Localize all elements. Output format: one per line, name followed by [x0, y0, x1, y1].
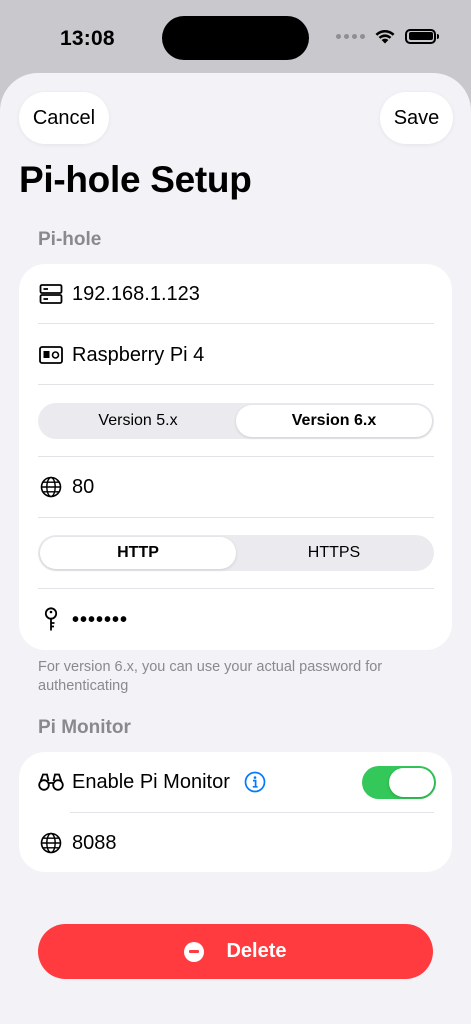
delete-label: Delete: [226, 940, 287, 962]
name-row[interactable]: Raspberry Pi 4: [38, 335, 434, 375]
id-card-icon: [38, 342, 64, 368]
battery-icon: [405, 28, 439, 44]
status-time: 13:08: [60, 27, 115, 50]
globe-icon: [38, 474, 64, 500]
pi-monitor-section-header: Pi Monitor: [38, 717, 131, 738]
enable-monitor-toggle[interactable]: [362, 766, 436, 799]
key-icon: [38, 607, 64, 633]
password-field[interactable]: •••••••: [72, 609, 128, 632]
server-icon: [38, 281, 64, 307]
pihole-section-header: Pi-hole: [38, 229, 102, 250]
divider: [70, 812, 434, 813]
wifi-icon: [375, 30, 395, 44]
divider: [38, 384, 434, 385]
version-segmented-control: Version 5.x Version 6.x: [38, 403, 434, 439]
info-icon[interactable]: [244, 771, 266, 793]
enable-monitor-row: Enable Pi Monitor: [38, 762, 348, 802]
divider: [38, 517, 434, 518]
divider: [38, 456, 434, 457]
http-segment[interactable]: HTTP: [40, 537, 236, 569]
globe-icon: [38, 830, 64, 856]
monitor-port-field[interactable]: 8088: [72, 832, 117, 855]
enable-monitor-label: Enable Pi Monitor: [72, 770, 230, 793]
port-field[interactable]: 80: [72, 476, 94, 499]
divider: [38, 323, 434, 324]
cancel-button[interactable]: Cancel: [19, 92, 109, 144]
delete-button[interactable]: Delete: [38, 924, 433, 979]
page-title: Pi-hole Setup: [19, 159, 252, 200]
monitor-port-row[interactable]: 8088: [38, 823, 434, 863]
address-field[interactable]: 192.168.1.123: [72, 283, 200, 306]
version-footer-note: For version 6.x, you can use your actual…: [38, 659, 383, 694]
https-segment[interactable]: HTTPS: [236, 537, 432, 569]
dynamic-island: [162, 16, 309, 60]
port-row[interactable]: 80: [38, 467, 434, 507]
pi-monitor-card: Enable Pi Monitor 8088: [19, 752, 452, 872]
version-6-segment[interactable]: Version 6.x: [236, 405, 432, 437]
save-button[interactable]: Save: [380, 92, 453, 144]
address-row[interactable]: 192.168.1.123: [38, 274, 434, 314]
binoculars-icon: [38, 769, 64, 795]
version-5-segment[interactable]: Version 5.x: [40, 405, 236, 437]
divider: [38, 588, 434, 589]
password-row[interactable]: •••••••: [38, 600, 434, 640]
signal-dots-icon: [336, 33, 365, 39]
pihole-card: 192.168.1.123 Raspberry Pi 4 Version 5.x…: [19, 264, 452, 650]
protocol-segmented-control: HTTP HTTPS: [38, 535, 434, 571]
setup-sheet: Cancel Save Pi-hole Setup Pi-hole 192.16…: [0, 73, 471, 1024]
name-field[interactable]: Raspberry Pi 4: [72, 344, 204, 367]
minus-circle-icon: [184, 941, 205, 962]
status-icons: [336, 28, 439, 44]
status-bar: 13:08: [0, 0, 471, 74]
